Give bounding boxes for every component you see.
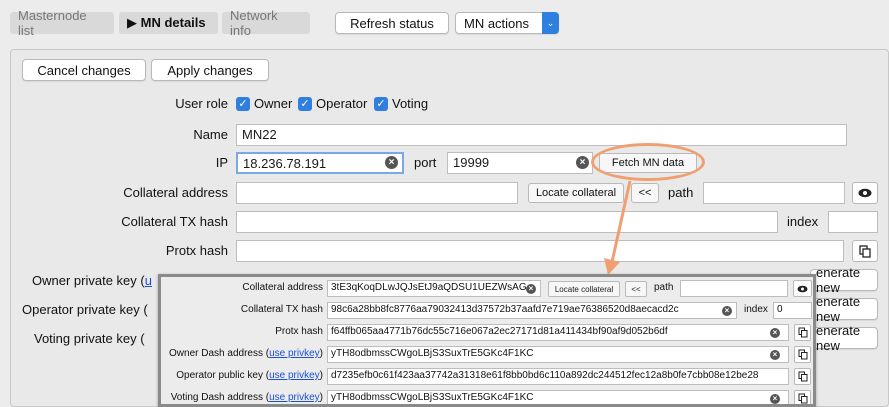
zoom-inset: Collateral address 3tE3qKoqDLwJQJsEtJ9aQ… — [158, 274, 816, 407]
zoom-index-field[interactable]: 0 — [773, 302, 812, 319]
zoom-back-button[interactable]: << — [625, 281, 647, 297]
zoom-collateral-clear-icon[interactable]: × — [526, 284, 536, 294]
zoom-path-label: path — [654, 282, 674, 293]
zoom-voting-copy-icon[interactable] — [794, 390, 811, 404]
zoom-owner-copy-icon[interactable] — [794, 346, 811, 363]
zoom-voting-dash-clear-icon[interactable]: × — [770, 394, 780, 404]
zoom-owner-dash-clear-icon[interactable]: × — [770, 350, 780, 360]
zoom-path-field[interactable] — [680, 280, 788, 297]
zoom-collateral-tx-field[interactable]: 98c6a28bb8fc8776aa79032413d37572b37aafd7… — [327, 302, 737, 319]
zoom-collateral-tx-clear-icon[interactable]: × — [722, 306, 732, 316]
zoom-collateral-address-field[interactable]: 3tE3qKoqDLwJQJsEtJ9aQDSU1UEZWsAG — [327, 280, 541, 297]
zoom-collateral-tx-label: Collateral TX hash — [240, 304, 323, 315]
zoom-operator-pub-field[interactable]: d7235efb0c61f423aa37742a31318e61f8bb0bd6… — [327, 368, 789, 385]
zoom-voting-dash-field[interactable]: yTH8odbmssCWgoLBjS3SuxTrE5GKc4F1KC — [327, 390, 789, 404]
zoom-owner-dash-field[interactable]: yTH8odbmssCWgoLBjS3SuxTrE5GKc4F1KC — [327, 346, 789, 363]
zoom-operator-pub-label: Operator public key (use privkey) — [176, 370, 323, 381]
zoom-eye-icon[interactable] — [793, 280, 812, 297]
zoom-collateral-address-label: Collateral address — [242, 282, 323, 293]
zoom-owner-use-privkey-link[interactable]: use privkey — [269, 348, 320, 359]
zoom-protx-hash-field[interactable]: f64ffb065aa4771b76dc55c716e067a2ec27171d… — [327, 324, 789, 341]
zoom-voting-dash-label: Voting Dash address (use privkey) — [170, 392, 323, 403]
zoom-operator-use-privkey-link[interactable]: use privkey — [269, 370, 320, 381]
zoom-protx-clear-icon[interactable]: × — [770, 328, 780, 338]
zoom-protx-copy-icon[interactable] — [794, 324, 811, 341]
zoom-locate-collateral-button[interactable]: Locate collateral — [548, 281, 620, 297]
zoom-index-label: index — [744, 304, 768, 315]
zoom-operator-copy-icon[interactable] — [794, 368, 811, 385]
zoom-protx-hash-label: Protx hash — [275, 326, 323, 337]
zoom-voting-use-privkey-link[interactable]: use privkey — [269, 392, 320, 403]
zoom-owner-dash-label: Owner Dash address (use privkey) — [169, 348, 323, 359]
